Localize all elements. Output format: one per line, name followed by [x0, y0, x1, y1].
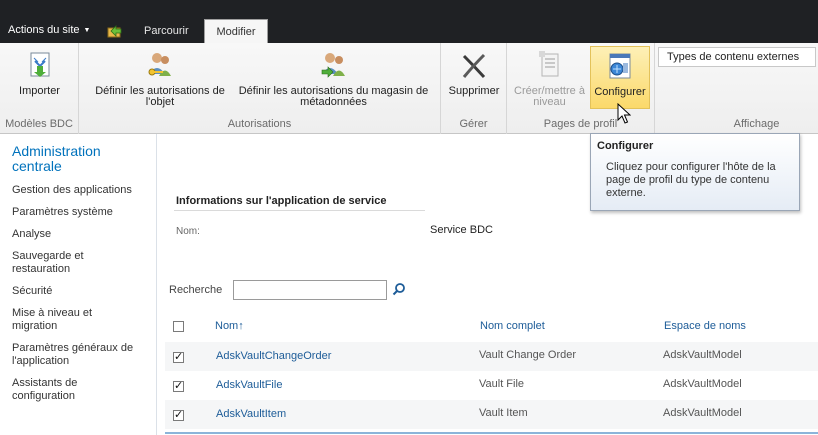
set-metadata-store-permissions-label: Définir les autorisations du magasin de … [238, 85, 429, 108]
tooltip-title: Configurer [597, 140, 654, 152]
import-label: Importer [19, 85, 60, 97]
row-namespace: AdskVaultModel [663, 407, 742, 419]
users-key-icon [148, 53, 171, 76]
profile-page-icon [538, 51, 558, 77]
view-select[interactable]: Types de contenu externes [658, 47, 816, 67]
nav-item-general-app-settings[interactable]: Paramètres généraux de l'application [12, 342, 147, 368]
row-name-link[interactable]: AdskVaultItem [216, 408, 286, 420]
site-actions-label: Actions du site [8, 24, 80, 36]
nav-item-security[interactable]: Sécurité [12, 285, 52, 298]
users-arrow-icon [321, 53, 345, 78]
site-actions-menu[interactable]: Actions du site ▼ [8, 24, 90, 36]
mouse-pointer-icon [617, 103, 631, 124]
delete-x-icon [462, 53, 486, 79]
delete-button[interactable]: Supprimer [444, 46, 504, 97]
configure-tooltip: Configurer Cliquez pour configurer l'hôt… [590, 133, 800, 211]
group-label-profile-pages: Pages de profil [543, 118, 618, 130]
search-icon[interactable] [392, 282, 406, 296]
ribbon-group-manage: Supprimer Gérer [441, 43, 507, 134]
top-bar: Actions du site ▼ Parcourir Modifier [0, 0, 818, 43]
nav-item-backup-restore[interactable]: Sauvegarde et restauration [12, 250, 122, 276]
section-divider [174, 210, 425, 211]
row-namespace: AdskVaultModel [663, 378, 742, 390]
ribbon: Importer Modèles BDC Définir les autoris… [0, 43, 818, 134]
table-bottom-border [165, 432, 818, 434]
row-namespace: AdskVaultModel [663, 349, 742, 361]
table-row[interactable]: AdskVaultChangeOrder Vault Change Order … [165, 342, 818, 371]
ribbon-group-bdc-models: Importer Modèles BDC [0, 43, 79, 134]
configure-icon [609, 53, 631, 79]
nav-item-application-management[interactable]: Gestion des applications [12, 184, 132, 197]
nav-item-monitoring[interactable]: Analyse [12, 228, 51, 241]
row-name-link[interactable]: AdskVaultFile [216, 379, 282, 391]
table-row[interactable]: AdskVaultItem Vault Item AdskVaultModel [165, 400, 818, 429]
name-value: Service BDC [430, 224, 493, 236]
nav-title-central-admin[interactable]: Administration centrale [12, 144, 132, 174]
row-checkbox[interactable] [173, 408, 184, 421]
group-label-bdc-models: Modèles BDC [5, 118, 73, 130]
tab-edit[interactable]: Modifier [204, 19, 268, 43]
import-button[interactable]: Importer [12, 46, 67, 97]
group-label-manage: Gérer [459, 118, 488, 130]
group-label-view: Affichage [733, 118, 780, 130]
select-all-checkbox[interactable] [173, 321, 184, 332]
name-label: Nom: [176, 226, 200, 237]
group-label-permissions: Autorisations [227, 118, 292, 130]
column-header-full-name[interactable]: Nom complet [480, 320, 545, 332]
row-full-name: Vault Change Order [479, 349, 577, 361]
ribbon-group-permissions: Définir les autorisations de l'objet Déf… [79, 43, 441, 134]
configure-label: Configurer [594, 86, 646, 98]
set-object-permissions-button[interactable]: Définir les autorisations de l'objet [85, 46, 235, 108]
row-checkbox[interactable] [173, 350, 184, 363]
create-upgrade-button[interactable]: Créer/mettre à niveau [511, 46, 588, 108]
tooltip-body: Cliquez pour configurer l'hôte de la pag… [606, 161, 776, 199]
chevron-down-icon: ▼ [83, 26, 91, 34]
search-input[interactable] [233, 280, 387, 300]
set-object-permissions-label: Définir les autorisations de l'objet [95, 85, 225, 108]
table-header: Nom↑ Nom complet Espace de noms [165, 313, 818, 340]
row-name-link[interactable]: AdskVaultChangeOrder [216, 350, 331, 362]
table-row[interactable]: AdskVaultFile Vault File AdskVaultModel [165, 371, 818, 400]
set-metadata-store-permissions-button[interactable]: Définir les autorisations du magasin de … [231, 46, 436, 108]
tab-browse[interactable]: Parcourir [135, 19, 198, 43]
row-checkbox[interactable] [173, 379, 184, 392]
import-icon [30, 52, 49, 77]
search-label: Recherche [169, 284, 223, 296]
nav-item-config-wizards[interactable]: Assistants de configuration [12, 377, 112, 403]
nav-item-system-settings[interactable]: Paramètres système [12, 206, 113, 219]
ribbon-group-profile-pages: Créer/mettre à niveau Configurer Pages d… [507, 43, 655, 134]
column-header-namespace[interactable]: Espace de noms [664, 320, 746, 332]
row-full-name: Vault File [479, 378, 525, 390]
navigate-up-icon[interactable] [107, 22, 123, 38]
nav-item-upgrade-migration[interactable]: Mise à niveau et migration [12, 307, 122, 333]
row-full-name: Vault Item [479, 407, 528, 419]
left-navigation: Administration centrale Gestion des appl… [0, 134, 157, 435]
create-upgrade-label: Créer/mettre à niveau [514, 85, 585, 108]
delete-label: Supprimer [448, 85, 500, 97]
column-header-name[interactable]: Nom↑ [215, 320, 244, 332]
configure-button[interactable]: Configurer [590, 46, 650, 109]
section-title: Informations sur l'application de servic… [176, 195, 387, 207]
